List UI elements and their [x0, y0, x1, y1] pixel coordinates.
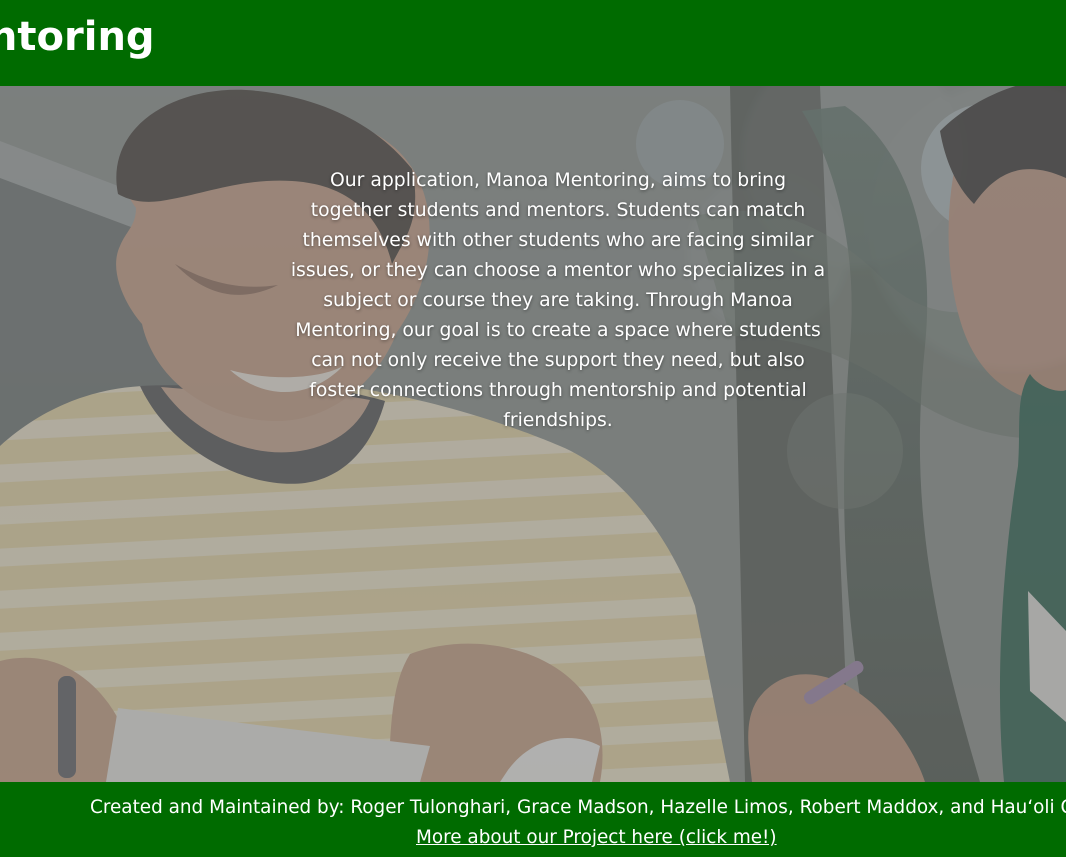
site-footer: Created and Maintained by: Roger Tulongh…: [0, 782, 1066, 857]
landing-page: Mentoring: [0, 0, 1066, 857]
hero-section: Our application, Manoa Mentoring, aims t…: [0, 86, 1066, 782]
creator-credits: Created and Maintained by: Roger Tulongh…: [90, 797, 1066, 818]
mission-statement: Our application, Manoa Mentoring, aims t…: [290, 170, 826, 431]
top-navigation-bar: Mentoring: [0, 0, 1066, 86]
brand-title[interactable]: Mentoring: [0, 14, 155, 60]
project-info-link[interactable]: More about our Project here (click me!): [416, 826, 777, 850]
